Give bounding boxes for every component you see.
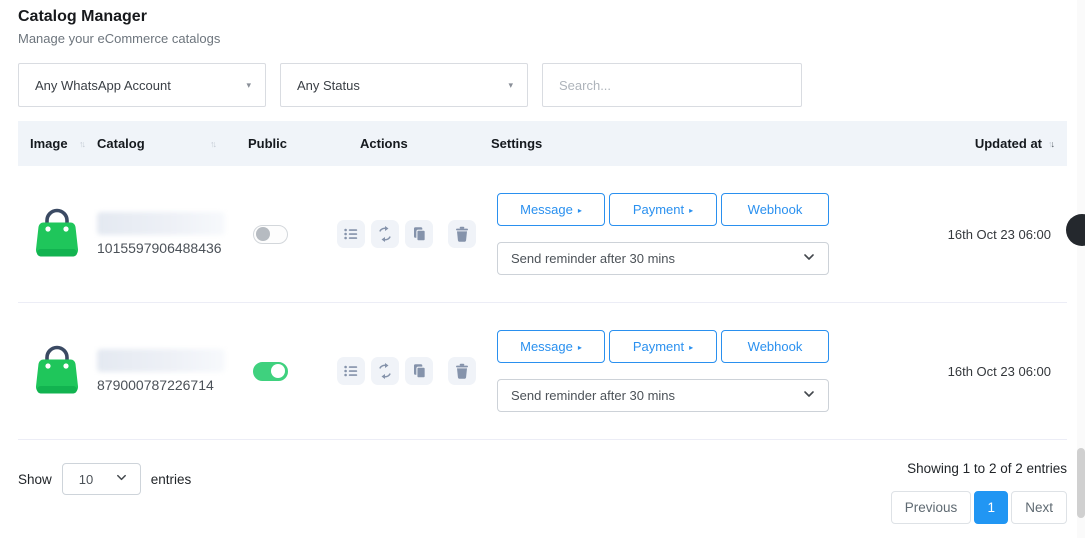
next-page-button[interactable]: Next [1011,491,1067,524]
search-input[interactable] [543,64,801,106]
page-size-select[interactable]: 10 [62,463,141,495]
table-row: 879000787226714 [18,303,1067,440]
column-header-public[interactable]: Public [237,136,337,151]
column-header-actions[interactable]: Actions [337,136,483,151]
updated-at: 16th Oct 23 06:00 [903,364,1067,379]
filter-bar: Any WhatsApp Account ▾ Any Status ▾ [18,63,1067,107]
submenu-caret-icon: ▸ [689,206,693,215]
copy-icon [411,226,427,242]
chevron-down-icon [802,250,816,267]
catalog-id: 879000787226714 [97,377,237,393]
sync-button[interactable] [371,357,399,385]
message-settings-button[interactable]: Message ▸ [497,193,605,226]
page-title: Catalog Manager [18,8,1067,26]
submenu-caret-icon: ▸ [578,343,582,352]
message-settings-button[interactable]: Message ▸ [497,330,605,363]
toggle-knob [256,227,270,241]
refresh-icon [377,226,393,242]
search-field [542,63,802,107]
table-row: 1015597906488436 [18,166,1067,303]
previous-page-button[interactable]: Previous [891,491,972,524]
products-list-button[interactable] [337,220,365,248]
whatsapp-account-select[interactable]: Any WhatsApp Account ▾ [18,63,266,107]
column-header-catalog[interactable]: Catalog ↑↓ [92,136,237,151]
show-label: Show [18,472,52,487]
submenu-caret-icon: ▸ [578,206,582,215]
payment-settings-button[interactable]: Payment ▸ [609,330,717,363]
sort-icon-desc: ↑↓ [1048,139,1053,149]
sort-icon: ↑↓ [79,139,84,149]
catalog-image-cell [18,341,92,402]
sync-button[interactable] [371,220,399,248]
caret-down-icon: ▾ [246,80,251,91]
public-cell [237,225,337,244]
catalog-name-cell: 1015597906488436 [92,212,237,256]
refresh-icon [377,363,393,379]
entries-summary: Showing 1 to 2 of 2 entries [907,461,1067,476]
duplicate-button[interactable] [405,357,433,385]
trash-icon [454,363,470,379]
submenu-caret-icon: ▸ [689,343,693,352]
trash-icon [454,226,470,242]
reminder-select[interactable]: Send reminder after 30 mins [497,242,829,275]
page-subtitle: Manage your eCommerce catalogs [18,31,1067,46]
table-footer: Show 10 entries Showing 1 to 2 of 2 entr… [18,455,1067,524]
catalog-table: Image ↑↓ Catalog ↑↓ Public Actions Setti… [18,121,1067,440]
page-size-group: Show 10 entries [18,463,191,495]
list-icon [343,226,359,242]
status-value: Any Status [297,78,360,93]
settings-cell: Message ▸ Payment ▸ Webhook Send reminde… [483,193,903,275]
actions-cell [337,220,483,248]
webhook-settings-button[interactable]: Webhook [721,193,829,226]
entries-label: entries [151,472,192,487]
column-header-image[interactable]: Image ↑↓ [18,136,92,151]
chevron-down-icon [802,387,816,404]
copy-icon [411,363,427,379]
scrollbar-thumb[interactable] [1077,448,1085,518]
webhook-settings-button[interactable]: Webhook [721,330,829,363]
catalog-manager-page: Catalog Manager Manage your eCommerce ca… [0,0,1085,524]
delete-button[interactable] [448,220,476,248]
sort-icon: ↑↓ [210,139,215,149]
page-1-button[interactable]: 1 [974,491,1008,524]
catalog-id: 1015597906488436 [97,240,237,256]
reminder-select[interactable]: Send reminder after 30 mins [497,379,829,412]
whatsapp-account-value: Any WhatsApp Account [35,78,171,93]
public-toggle[interactable] [253,225,288,244]
public-toggle[interactable] [253,362,288,381]
public-cell [237,362,337,381]
products-list-button[interactable] [337,357,365,385]
shopping-bag-icon [33,384,81,401]
caret-down-icon: ▾ [508,80,513,91]
settings-cell: Message ▸ Payment ▸ Webhook Send reminde… [483,330,903,412]
column-header-updated-at[interactable]: Updated at ↑↓ [903,136,1067,151]
column-header-settings[interactable]: Settings [483,136,903,151]
pagination: Previous 1 Next [891,491,1067,524]
shopping-bag-icon [33,247,81,264]
redacted-catalog-name [97,212,225,235]
pagination-area: Showing 1 to 2 of 2 entries Previous 1 N… [891,455,1067,524]
chevron-down-icon [115,471,128,487]
catalog-name-cell: 879000787226714 [92,349,237,393]
duplicate-button[interactable] [405,220,433,248]
payment-settings-button[interactable]: Payment ▸ [609,193,717,226]
delete-button[interactable] [448,357,476,385]
actions-cell [337,357,483,385]
redacted-catalog-name [97,349,225,372]
table-header: Image ↑↓ Catalog ↑↓ Public Actions Setti… [18,121,1067,166]
status-select[interactable]: Any Status ▾ [280,63,528,107]
list-icon [343,363,359,379]
toggle-knob [271,364,285,378]
catalog-image-cell [18,204,92,265]
updated-at: 16th Oct 23 06:00 [903,227,1067,242]
